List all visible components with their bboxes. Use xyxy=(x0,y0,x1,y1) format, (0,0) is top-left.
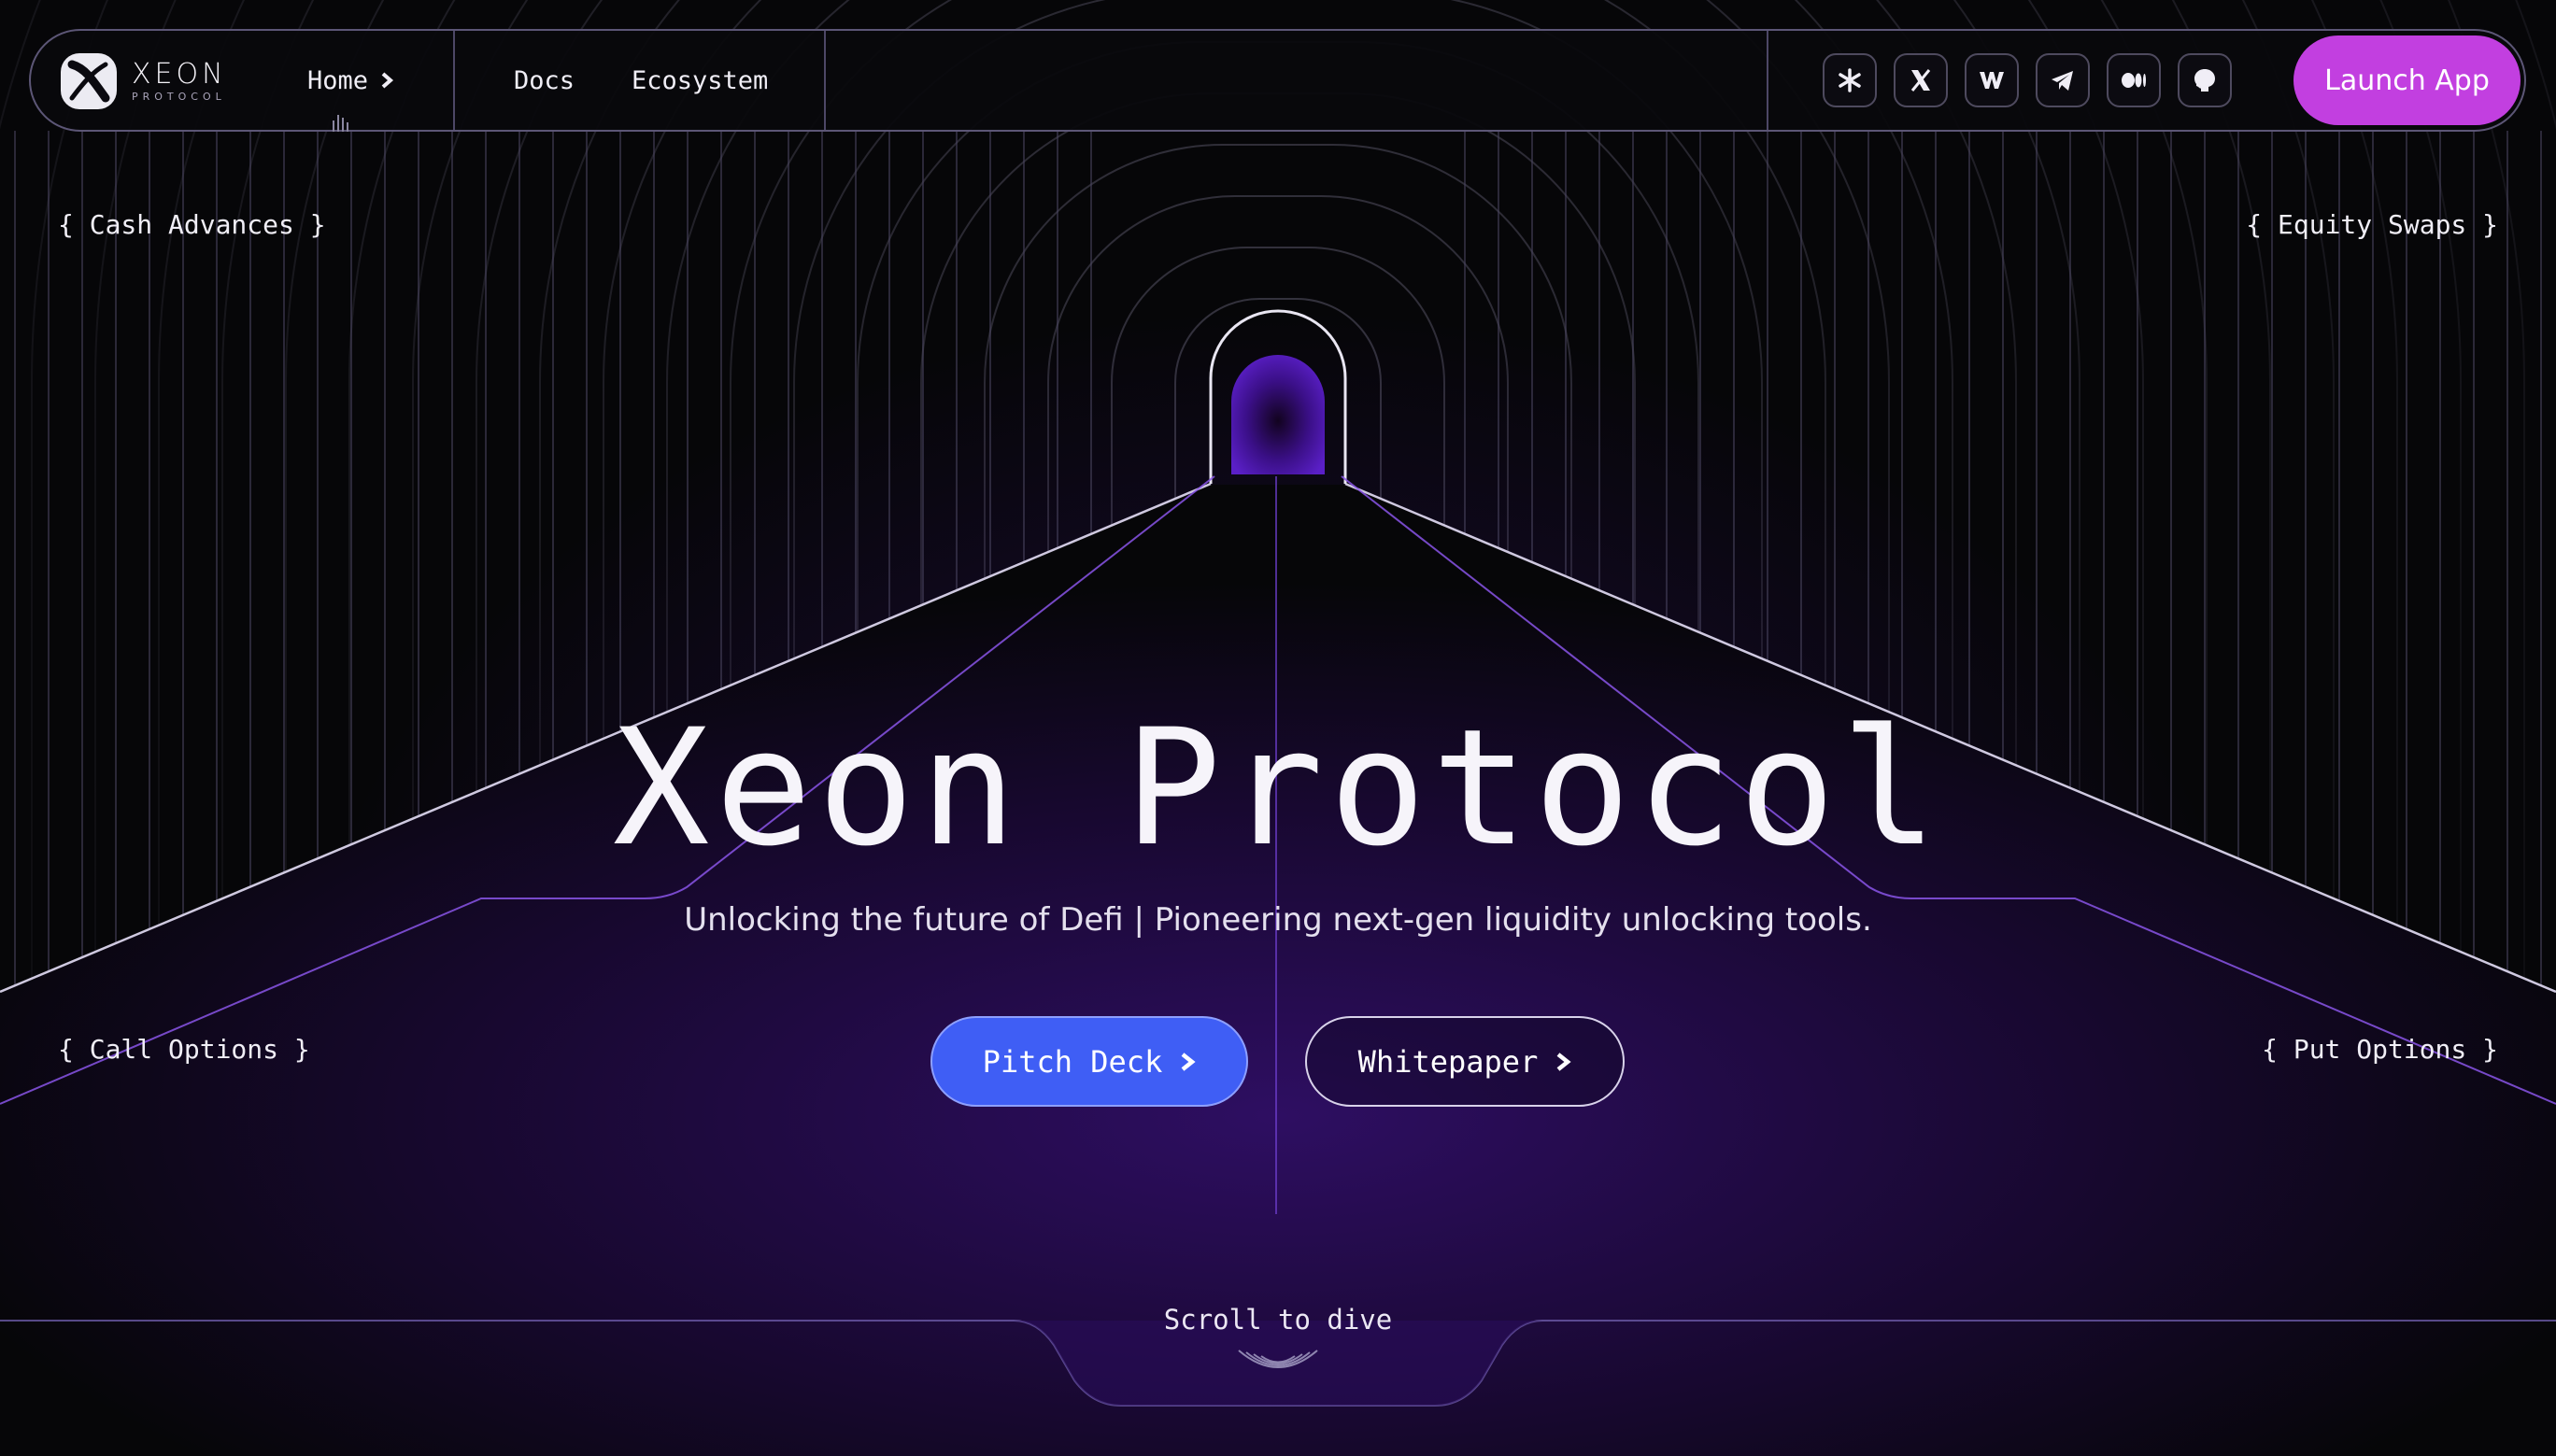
tag-equity-swaps: { Equity Swaps } xyxy=(2246,209,2498,240)
medium-icon xyxy=(2122,73,2146,88)
telegram-icon xyxy=(2052,71,2073,91)
wellfound-icon xyxy=(1980,72,2004,89)
linktree-icon xyxy=(1839,68,1861,92)
github-button[interactable] xyxy=(2178,53,2232,107)
nav-ecosystem-label: Ecosystem xyxy=(632,65,769,95)
whitepaper-label: Whitepaper xyxy=(1357,1043,1539,1080)
x-twitter-button[interactable] xyxy=(1894,53,1948,107)
nav-link-ecosystem[interactable]: Ecosystem xyxy=(632,31,768,130)
nav-link-home[interactable]: Home xyxy=(307,31,394,130)
page: XEON PROTOCOL Home Docs Ecosystem Launch… xyxy=(0,0,2556,1456)
hero-title: Xeon Protocol xyxy=(612,694,1944,882)
chevron-right-icon xyxy=(1181,1052,1196,1071)
tag-put-options: { Put Options } xyxy=(2262,1034,2498,1065)
scroll-to-dive[interactable]: Scroll to dive xyxy=(0,1304,2556,1336)
medium-button[interactable] xyxy=(2107,53,2161,107)
brand-name: XEON xyxy=(132,58,227,91)
github-icon xyxy=(2194,69,2215,92)
chevron-right-icon xyxy=(381,72,394,89)
pitch-deck-label: Pitch Deck xyxy=(982,1043,1163,1080)
nav-docs-label: Docs xyxy=(514,65,575,95)
tag-call-options: { Call Options } xyxy=(58,1034,310,1065)
nav-divider xyxy=(453,31,455,130)
launch-app-button[interactable]: Launch App xyxy=(2293,35,2520,125)
xeon-logo-icon xyxy=(61,53,117,109)
scroll-ripple-icon xyxy=(1238,1350,1318,1368)
nav-home-label: Home xyxy=(307,65,369,95)
tag-cash-advances: { Cash Advances } xyxy=(58,209,326,240)
x-twitter-icon xyxy=(1910,69,1931,92)
nav-link-docs[interactable]: Docs xyxy=(514,31,575,130)
social-links xyxy=(1823,53,2232,107)
brand-logo[interactable]: XEON PROTOCOL xyxy=(59,51,227,111)
pitch-deck-button[interactable]: Pitch Deck xyxy=(930,1016,1248,1107)
top-nav: XEON PROTOCOL Home Docs Ecosystem Launch… xyxy=(29,29,2526,132)
chevron-right-icon xyxy=(1556,1052,1571,1071)
linktree-button[interactable] xyxy=(1823,53,1877,107)
nav-divider xyxy=(824,31,826,130)
brand-sub: PROTOCOL xyxy=(132,91,226,103)
whitepaper-button[interactable]: Whitepaper xyxy=(1305,1016,1625,1107)
telegram-button[interactable] xyxy=(2036,53,2090,107)
wellfound-button[interactable] xyxy=(1965,53,2019,107)
nav-divider xyxy=(1767,31,1768,130)
hero-subtitle: Unlocking the future of Defi | Pioneerin… xyxy=(684,901,1872,939)
active-indicator xyxy=(333,115,348,132)
